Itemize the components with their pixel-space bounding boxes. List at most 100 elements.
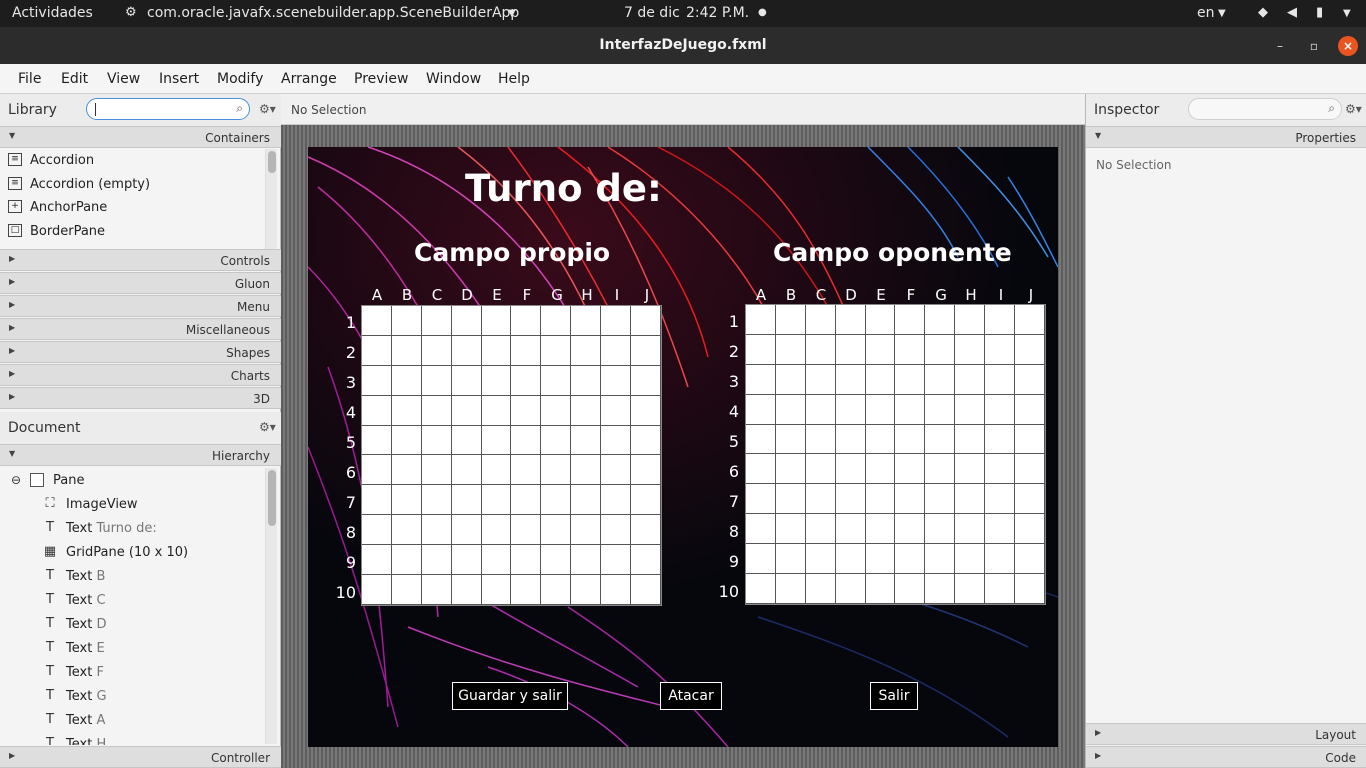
- grid-cell[interactable]: [865, 394, 896, 425]
- grid-cell[interactable]: [925, 305, 956, 335]
- grid-cell[interactable]: [775, 574, 806, 604]
- grid-cell[interactable]: [511, 395, 542, 426]
- grid-cell[interactable]: [481, 395, 512, 426]
- grid-cell[interactable]: [631, 455, 661, 486]
- inspector-gear-icon[interactable]: ⚙▾: [1345, 102, 1362, 116]
- grid-cell[interactable]: [985, 544, 1016, 575]
- grid-cell[interactable]: [925, 424, 956, 455]
- grid-cell[interactable]: [985, 484, 1016, 515]
- grid-cell[interactable]: [835, 574, 866, 604]
- grid-cell[interactable]: [571, 545, 602, 576]
- grid-cell[interactable]: [746, 334, 776, 365]
- grid-cell[interactable]: [925, 394, 956, 425]
- grid-cell[interactable]: [421, 335, 452, 366]
- grid-cell[interactable]: [631, 395, 661, 426]
- grid-cell[interactable]: [511, 545, 542, 576]
- grid-cell[interactable]: [1015, 484, 1045, 515]
- grid-cell[interactable]: [805, 364, 836, 395]
- grid-cell[interactable]: [746, 305, 776, 335]
- grid-cell[interactable]: [481, 365, 512, 396]
- grid-cell[interactable]: [631, 485, 661, 516]
- grid-cell[interactable]: [451, 335, 482, 366]
- grid-cell[interactable]: [541, 485, 572, 516]
- grid-cell[interactable]: [391, 395, 422, 426]
- grid-cell[interactable]: [835, 544, 866, 575]
- grid-cell[interactable]: [805, 424, 836, 455]
- grid-cell[interactable]: [601, 335, 632, 366]
- grid-cell[interactable]: [805, 484, 836, 515]
- grid-cell[interactable]: [571, 335, 602, 366]
- grid-cell[interactable]: [746, 364, 776, 395]
- grid-cell[interactable]: [541, 575, 572, 605]
- grid-cell[interactable]: [511, 575, 542, 605]
- grid-cell[interactable]: [421, 515, 452, 546]
- grid-cell[interactable]: [835, 484, 866, 515]
- grid-cell[interactable]: [421, 455, 452, 486]
- grid-cell[interactable]: [895, 544, 926, 575]
- grid-cell[interactable]: [1015, 574, 1045, 604]
- collapse-toggle-icon[interactable]: ⊖: [8, 472, 24, 488]
- grid-cell[interactable]: [481, 425, 512, 456]
- grid-cell[interactable]: [541, 395, 572, 426]
- grid-cell[interactable]: [775, 454, 806, 485]
- grid-cell[interactable]: [631, 306, 661, 336]
- tree-item-text[interactable]: T Text B: [42, 565, 258, 589]
- grid-cell[interactable]: [451, 306, 482, 336]
- category-miscellaneous[interactable]: ▶ Miscellaneous: [0, 318, 281, 340]
- close-icon[interactable]: ×: [1338, 36, 1358, 56]
- tree-item-text[interactable]: T Text D: [42, 613, 258, 637]
- grid-cell[interactable]: [835, 364, 866, 395]
- category-controls[interactable]: ▶ Controls: [0, 249, 281, 271]
- grid-cell[interactable]: [1015, 544, 1045, 575]
- grid-cell[interactable]: [925, 364, 956, 395]
- minimize-icon[interactable]: –: [1270, 36, 1290, 56]
- grid-cell[interactable]: [571, 425, 602, 456]
- grid-cell[interactable]: [601, 575, 632, 605]
- grid-cell[interactable]: [746, 514, 776, 545]
- grid-cell[interactable]: [955, 424, 986, 455]
- opponent-grid[interactable]: [745, 304, 1046, 605]
- wifi-icon[interactable]: ◆: [1258, 5, 1268, 20]
- grid-cell[interactable]: [451, 485, 482, 516]
- grid-cell[interactable]: [362, 306, 392, 336]
- grid-cell[interactable]: [362, 575, 392, 605]
- grid-cell[interactable]: [481, 575, 512, 605]
- grid-cell[interactable]: [601, 455, 632, 486]
- grid-cell[interactable]: [631, 545, 661, 576]
- grid-cell[interactable]: [865, 364, 896, 395]
- grid-cell[interactable]: [985, 394, 1016, 425]
- grid-cell[interactable]: [985, 364, 1016, 395]
- grid-cell[interactable]: [775, 394, 806, 425]
- tree-item-text[interactable]: T Text Turno de:: [42, 517, 258, 541]
- grid-cell[interactable]: [955, 305, 986, 335]
- grid-cell[interactable]: [775, 334, 806, 365]
- grid-cell[interactable]: [451, 365, 482, 396]
- category-menu[interactable]: ▶ Menu: [0, 295, 281, 317]
- library-item-accordion[interactable]: ≡ Accordion: [0, 149, 265, 173]
- grid-cell[interactable]: [421, 365, 452, 396]
- grid-cell[interactable]: [775, 424, 806, 455]
- grid-cell[interactable]: [746, 454, 776, 485]
- grid-cell[interactable]: [601, 485, 632, 516]
- grid-cell[interactable]: [955, 454, 986, 485]
- exit-button[interactable]: Salir: [870, 682, 918, 710]
- grid-cell[interactable]: [631, 365, 661, 396]
- clock-time[interactable]: 2:42 P.M.: [686, 5, 749, 21]
- grid-cell[interactable]: [895, 394, 926, 425]
- grid-cell[interactable]: [805, 394, 836, 425]
- grid-cell[interactable]: [541, 335, 572, 366]
- grid-cell[interactable]: [985, 424, 1016, 455]
- app-menu-button[interactable]: com.oracle.javafx.scenebuilder.app.Scene…: [147, 5, 519, 21]
- grid-cell[interactable]: [451, 515, 482, 546]
- grid-cell[interactable]: [421, 425, 452, 456]
- grid-cell[interactable]: [571, 395, 602, 426]
- tree-item-text[interactable]: T Text C: [42, 589, 258, 613]
- grid-cell[interactable]: [746, 394, 776, 425]
- activities-button[interactable]: Actividades: [12, 5, 93, 21]
- grid-cell[interactable]: [985, 574, 1016, 604]
- grid-cell[interactable]: [805, 454, 836, 485]
- grid-cell[interactable]: [601, 515, 632, 546]
- grid-cell[interactable]: [511, 335, 542, 366]
- grid-cell[interactable]: [805, 305, 836, 335]
- grid-cell[interactable]: [451, 455, 482, 486]
